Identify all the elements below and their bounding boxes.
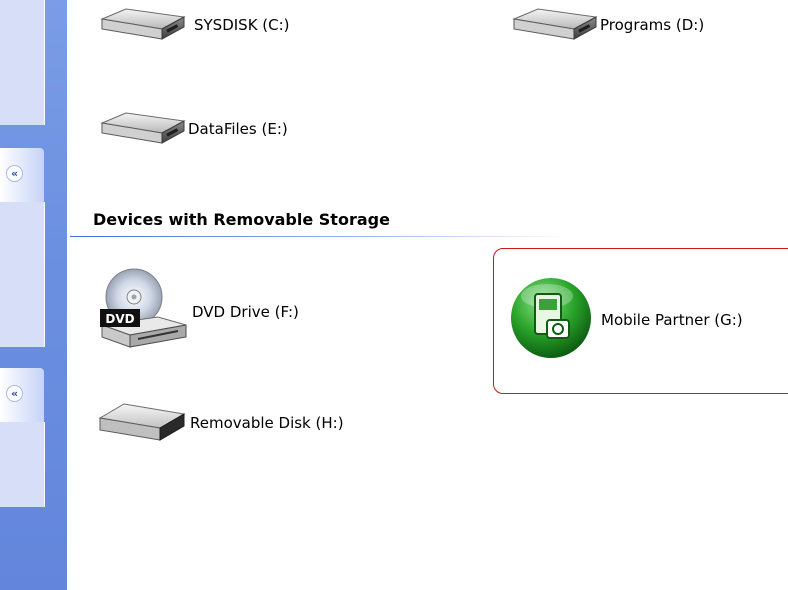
mobile-partner-icon — [507, 276, 599, 364]
removable-disk-icon — [96, 396, 188, 450]
drive-label: DVD Drive (F:) — [192, 303, 299, 321]
drive-label: DataFiles (E:) — [188, 120, 288, 138]
task-panel-body-2 — [0, 202, 45, 347]
task-pane: « « — [0, 0, 67, 590]
hard-disk-icon — [508, 3, 600, 47]
task-panel-body-1 — [0, 0, 45, 125]
dvd-badge: DVD — [105, 312, 134, 326]
drive-item-e[interactable]: DataFiles (E:) — [96, 107, 288, 151]
drive-label: Mobile Partner (G:) — [601, 311, 743, 329]
collapse-icon[interactable]: « — [6, 385, 23, 402]
task-panel-header-3[interactable]: « — [0, 368, 44, 422]
task-panel-body-3 — [0, 422, 45, 507]
drive-label: Removable Disk (H:) — [190, 414, 344, 432]
hard-disk-icon — [96, 3, 188, 47]
collapse-icon[interactable]: « — [6, 165, 23, 182]
group-divider — [70, 236, 570, 237]
drive-label: SYSDISK (C:) — [194, 16, 290, 34]
drive-item-c[interactable]: SYSDISK (C:) — [96, 3, 290, 47]
dvd-drive-icon: DVD — [98, 265, 190, 359]
drive-item-h[interactable]: Removable Disk (H:) — [96, 396, 344, 450]
group-header-removable: Devices with Removable Storage — [93, 210, 390, 229]
drive-label: Programs (D:) — [600, 16, 705, 34]
drive-item-g[interactable]: Mobile Partner (G:) — [507, 276, 743, 364]
hard-disk-icon — [96, 107, 188, 151]
task-panel-header-2[interactable]: « — [0, 148, 44, 202]
drive-item-d[interactable]: Programs (D:) — [508, 3, 704, 47]
drive-item-f[interactable]: DVD DVD Drive (F:) — [98, 265, 299, 359]
